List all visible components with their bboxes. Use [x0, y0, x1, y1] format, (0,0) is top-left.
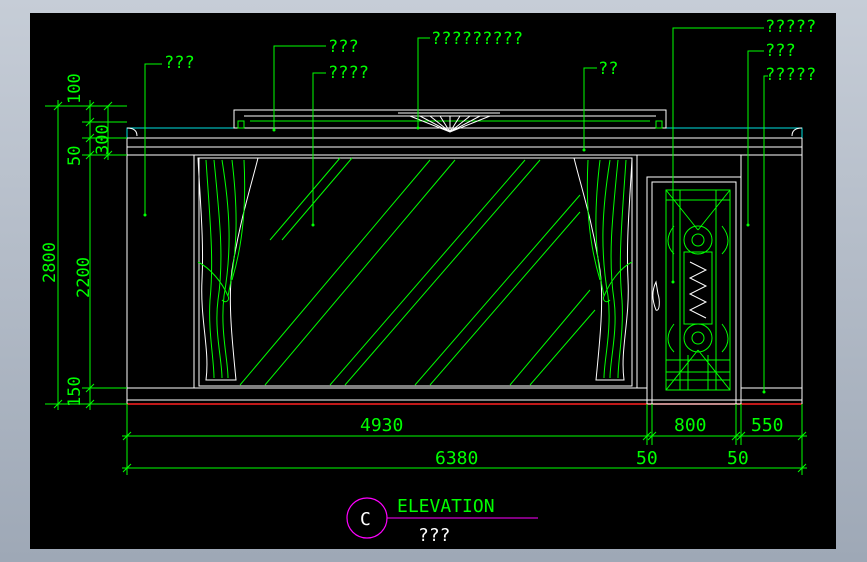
cornice-scroll-left — [126, 127, 138, 137]
dim-550: 550 — [751, 415, 784, 436]
callout-label-8: ????? — [765, 65, 816, 85]
callout-label-1: ??? — [164, 53, 195, 73]
cornice-top — [126, 127, 803, 138]
dim-100: 100 — [65, 73, 85, 104]
leader-1 — [144, 63, 162, 215]
dim-150: 150 — [65, 376, 85, 407]
callout-label-7: ??? — [765, 41, 796, 61]
window-frame-outer — [193, 154, 638, 389]
cornice-scroll-right — [791, 127, 803, 137]
dim-50: 50 — [65, 146, 85, 166]
window-frame-inner — [198, 157, 633, 387]
valance-knob-right — [655, 120, 663, 129]
dim-4930: 4930 — [360, 415, 403, 436]
bottom-dimension-labels: 4930 800 550 6380 50 50 — [360, 415, 784, 469]
callout-label-4: ????????? — [431, 29, 523, 49]
valance-knob-left — [237, 120, 245, 129]
leader-4 — [417, 37, 430, 128]
left-curtain — [197, 157, 259, 381]
dim-2200: 2200 — [74, 257, 94, 298]
cad-drawing-canvas: ??? ??? ???? ????????? ?? ????? ??? ????… — [30, 13, 836, 549]
wall-elevation — [126, 109, 803, 405]
callout-label-3: ???? — [328, 63, 369, 83]
dim-300: 300 — [93, 124, 113, 155]
dim-6380: 6380 — [435, 448, 478, 469]
dim-50-b: 50 — [727, 448, 749, 469]
leader-2 — [273, 45, 326, 130]
leader-8 — [763, 75, 768, 392]
leader-3 — [312, 72, 326, 225]
door-frame-inner — [651, 181, 737, 405]
window-glass-hatch — [239, 157, 596, 386]
door-frame-outer — [646, 176, 742, 405]
elevation-title: C ELEVATION ??? — [346, 496, 538, 546]
door-ornament — [665, 189, 731, 391]
left-dimension-labels: 2800 100 50 300 2200 150 — [40, 73, 113, 407]
elevation-symbol: C — [360, 509, 371, 530]
right-curtain — [573, 157, 633, 381]
callout-label-6: ????? — [765, 17, 816, 37]
elevation-label: ELEVATION — [397, 496, 495, 517]
callout-labels: ??? ??? ???? ????????? ?? ????? ??? ????… — [164, 17, 816, 85]
callout-label-2: ??? — [328, 37, 359, 57]
door-handle — [652, 280, 660, 311]
callout-label-5: ?? — [598, 59, 618, 79]
dim-2800: 2800 — [40, 242, 60, 283]
elevation-sublabel: ??? — [418, 525, 451, 546]
dim-50-a: 50 — [636, 448, 658, 469]
dim-800: 800 — [674, 415, 707, 436]
